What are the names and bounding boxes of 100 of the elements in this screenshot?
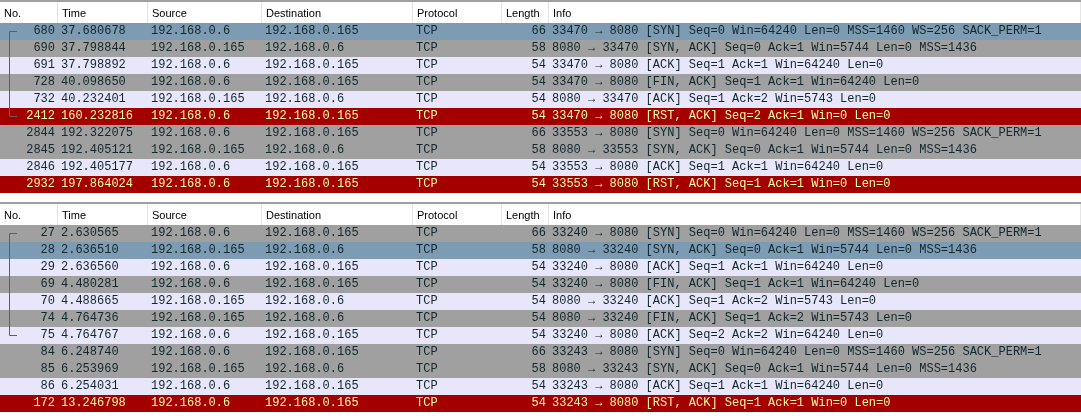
- table-cell-text: 33553 → 8080 [RST, ACK] Seq=1 Ack=1 Win=0 Len=0: [551, 176, 892, 193]
- table-cell-text: TCP: [415, 361, 439, 378]
- table-cell-text: 690: [32, 40, 56, 57]
- packet-row[interactable]: 2412 160.232816 192.168.0.6 192.168.0.165 TCP 54 33470 → 8080 [RST, ACK] Seq=2 Ack=1 Win=0 Len=0: [0, 108, 1081, 125]
- packet-row[interactable]: 74 4.764736 192.168.0.165 192.168.0.6 TCP 54 8080 → 33240 [FIN, ACK] Seq=1 Ack=2 Win=5743 Len=0: [0, 310, 1081, 327]
- table-cell-text: 33470 → 8080 [FIN, ACK] Seq=1 Ack=1 Win=64240 Len=0: [551, 74, 921, 91]
- table-cell-text: 2412: [25, 108, 56, 125]
- table-cell-text: 192.168.0.6: [264, 293, 346, 310]
- table-cell-text: 192.168.0.165: [264, 159, 360, 176]
- table-cell-text: 4.488665: [60, 293, 120, 310]
- table-cell-text: 192.168.0.165: [150, 40, 246, 57]
- table-cell-text: 58: [530, 142, 547, 159]
- table-cell-text: TCP: [415, 276, 439, 293]
- table-cell-text: 192.168.0.165: [264, 57, 360, 74]
- table-cell-text: 74: [39, 310, 56, 327]
- table-cell-text: 66: [530, 225, 547, 242]
- table-cell-text: 54: [530, 276, 547, 293]
- table-cell-text: 192.168.0.6: [150, 225, 232, 242]
- table-cell-text: 192.168.0.165: [264, 259, 360, 276]
- table-cell-text: 28: [39, 242, 56, 259]
- table-cell-text: 37.798844: [60, 40, 127, 57]
- table-cell-text: 192.168.0.6: [150, 276, 232, 293]
- table-cell-text: TCP: [415, 159, 439, 176]
- packet-row[interactable]: 691 37.798892 192.168.0.6 192.168.0.165 TCP 54 33470 → 8080 [ACK] Seq=1 Ack=1 Win=64240 Len=0: [0, 57, 1081, 74]
- table-cell-text: 33240 → 8080 [ACK] Seq=1 Ack=1 Win=64240 Len=0: [551, 259, 885, 276]
- table-cell-text: 54: [530, 310, 547, 327]
- packet-row[interactable]: 680 37.680678 192.168.0.6 192.168.0.165 TCP 66 33470 → 8080 [SYN] Seq=0 Win=64240 Len=0 MSS=1460 WS=256 SACK_PERM=1: [0, 23, 1081, 40]
- table-cell-text: 37.798892: [60, 57, 127, 74]
- table-cell-text: 54: [530, 74, 547, 91]
- table-cell-text: 33243 → 8080 [RST, ACK] Seq=1 Ack=1 Win=0 Len=0: [551, 395, 892, 412]
- table-cell-text: 54: [530, 108, 547, 125]
- table-cell-text: 54: [530, 378, 547, 395]
- table-cell-text: 2.636510: [60, 242, 120, 259]
- table-cell-text: 54: [530, 293, 547, 310]
- table-cell-text: 192.168.0.6: [150, 395, 232, 412]
- packet-row[interactable]: 70 4.488665 192.168.0.165 192.168.0.6 TCP 54 8080 → 33240 [ACK] Seq=1 Ack=2 Win=5743 Len=0: [0, 293, 1081, 310]
- packet-row[interactable]: 2932 197.864024 192.168.0.6 192.168.0.165 TCP 54 33553 → 8080 [RST, ACK] Seq=1 Ack=1 Win=0 Len=0: [0, 176, 1081, 193]
- table-cell-text: 8080 → 33470 [ACK] Seq=1 Ack=2 Win=5743 Len=0: [551, 91, 878, 108]
- table-cell-text: 8080 → 33553 [SYN, ACK] Seq=0 Ack=1 Win=5744 Len=0 MSS=1436: [551, 142, 978, 159]
- table-cell-text: TCP: [415, 344, 439, 361]
- table-cell-text: 6.253969: [60, 361, 120, 378]
- table-cell-text: 192.168.0.6: [264, 361, 346, 378]
- table-cell-text: 54: [530, 327, 547, 344]
- table-cell-text: 2844: [25, 125, 56, 142]
- table-cell-text: 27: [39, 225, 56, 242]
- table-cell-text: 192.168.0.6: [150, 327, 232, 344]
- packet-row[interactable]: 728 40.098650 192.168.0.6 192.168.0.165 TCP 54 33470 → 8080 [FIN, ACK] Seq=1 Ack=1 Win=64240 Len=0: [0, 74, 1081, 91]
- table-cell-text: 192.168.0.165: [264, 125, 360, 142]
- packet-row[interactable]: 29 2.636560 192.168.0.6 192.168.0.165 TCP 54 33240 → 8080 [ACK] Seq=1 Ack=1 Win=64240 Len=0: [0, 259, 1081, 276]
- table-cell-text: 192.168.0.6: [150, 125, 232, 142]
- table-cell-text: 40.232401: [60, 91, 127, 108]
- table-cell-text: 192.168.0.6: [264, 40, 346, 57]
- table-cell-text: TCP: [415, 125, 439, 142]
- table-cell-text: 8080 → 33243 [SYN, ACK] Seq=0 Ack=1 Win=5744 Len=0 MSS=1436: [551, 361, 978, 378]
- packet-row[interactable]: 85 6.253969 192.168.0.165 192.168.0.6 TCP 58 8080 → 33243 [SYN, ACK] Seq=0 Ack=1 Win=5744 Len=0 MSS=1436: [0, 361, 1081, 378]
- table-cell-text: 37.680678: [60, 23, 127, 40]
- table-cell-text: 4.764736: [60, 310, 120, 327]
- packet-row[interactable]: 2844 192.322075 192.168.0.6 192.168.0.165 TCP 66 33553 → 8080 [SYN] Seq=0 Win=64240 Len=0 MSS=1460 WS=256 SACK_PERM=1: [0, 125, 1081, 142]
- packet-row[interactable]: 732 40.232401 192.168.0.165 192.168.0.6 TCP 54 8080 → 33470 [ACK] Seq=1 Ack=2 Win=5743 Len=0: [0, 91, 1081, 108]
- packet-row[interactable]: 86 6.254031 192.168.0.6 192.168.0.165 TCP 54 33243 → 8080 [ACK] Seq=1 Ack=1 Win=64240 Len=0: [0, 378, 1081, 395]
- table-cell-text: TCP: [415, 74, 439, 91]
- table-cell-text: TCP: [415, 176, 439, 193]
- table-cell-text: TCP: [415, 395, 439, 412]
- table-cell-text: 29: [39, 259, 56, 276]
- table-cell-text: 86: [39, 378, 56, 395]
- packet-row[interactable]: 75 4.764767 192.168.0.6 192.168.0.165 TCP 54 33240 → 8080 [ACK] Seq=2 Ack=2 Win=64240 Len=0: [0, 327, 1081, 344]
- table-cell-text: 54: [530, 91, 547, 108]
- table-cell-text: 732: [32, 91, 56, 108]
- packet-row[interactable]: 172 13.246798 192.168.0.6 192.168.0.165 TCP 54 33243 → 8080 [RST, ACK] Seq=1 Ack=1 Win=0 Len=0: [0, 395, 1081, 412]
- table-cell-text: TCP: [415, 91, 439, 108]
- packet-row[interactable]: 2845 192.405121 192.168.0.165 192.168.0.6 TCP 58 8080 → 33553 [SYN, ACK] Seq=0 Ack=1 Win=5744 Len=0 MSS=1436: [0, 142, 1081, 159]
- table-cell-text: 192.168.0.165: [150, 361, 246, 378]
- table-cell-text: 33243 → 8080 [ACK] Seq=1 Ack=1 Win=64240 Len=0: [551, 378, 885, 395]
- table-cell-text: TCP: [415, 142, 439, 159]
- table-cell-text: 192.168.0.165: [150, 293, 246, 310]
- table-cell-text: 197.864024: [60, 176, 134, 193]
- table-cell-text: 58: [530, 361, 547, 378]
- table-cell-text: 192.168.0.165: [264, 225, 360, 242]
- packet-row[interactable]: 2846 192.405177 192.168.0.6 192.168.0.165 TCP 54 33553 → 8080 [ACK] Seq=1 Ack=1 Win=64240 Len=0: [0, 159, 1081, 176]
- table-cell-text: TCP: [415, 108, 439, 125]
- table-cell-text: TCP: [415, 225, 439, 242]
- table-cell-text: TCP: [415, 23, 439, 40]
- table-cell-text: 33470 → 8080 [ACK] Seq=1 Ack=1 Win=64240 Len=0: [551, 57, 885, 74]
- table-cell-text: 192.168.0.6: [150, 378, 232, 395]
- table-cell-text: 58: [530, 242, 547, 259]
- table-cell-text: 192.168.0.6: [150, 259, 232, 276]
- packet-row[interactable]: 27 2.630565 192.168.0.6 192.168.0.165 TCP 66 33240 → 8080 [SYN] Seq=0 Win=64240 Len=0 MSS=1460 WS=256 SACK_PERM=1: [0, 225, 1081, 242]
- table-cell-text: 2845: [25, 142, 56, 159]
- table-cell-text: 4.764767: [60, 327, 120, 344]
- table-cell-text: 69: [39, 276, 56, 293]
- packet-row[interactable]: 84 6.248740 192.168.0.6 192.168.0.165 TCP 66 33243 → 8080 [SYN] Seq=0 Win=64240 Len=0 MSS=1460 WS=256 SACK_PERM=1: [0, 344, 1081, 361]
- table-cell-text: 54: [530, 159, 547, 176]
- packet-row[interactable]: 690 37.798844 192.168.0.165 192.168.0.6 TCP 58 8080 → 33470 [SYN, ACK] Seq=0 Ack=1 Win=5744 Len=0 MSS=1436: [0, 40, 1081, 57]
- table-cell-text: 192.168.0.165: [264, 23, 360, 40]
- table-cell-text: 172: [32, 395, 56, 412]
- table-cell-text: TCP: [415, 57, 439, 74]
- table-cell-text: 33240 → 8080 [ACK] Seq=2 Ack=2 Win=64240 Len=0: [551, 327, 885, 344]
- table-cell-text: 192.168.0.165: [264, 327, 360, 344]
- packet-row[interactable]: 69 4.480281 192.168.0.6 192.168.0.165 TCP 54 33240 → 8080 [FIN, ACK] Seq=1 Ack=1 Win=64240 Len=0: [0, 276, 1081, 293]
- packet-row[interactable]: 28 2.636510 192.168.0.165 192.168.0.6 TCP 58 8080 → 33240 [SYN, ACK] Seq=0 Ack=1 Win=5744 Len=0 MSS=1436: [0, 242, 1081, 259]
